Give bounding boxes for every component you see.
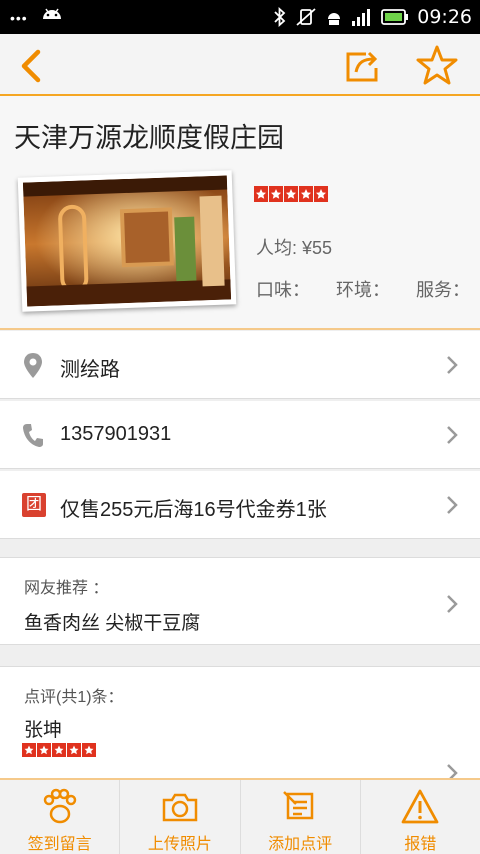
shop-photo-image	[22, 175, 232, 307]
android-icon	[43, 8, 61, 19]
action-bar	[0, 34, 480, 96]
checkin-label: 签到留言	[27, 836, 92, 853]
status-bar: ••• 09:26	[0, 0, 480, 34]
recommend-dishes: 鱼香肉丝 尖椒干豆腐	[24, 613, 201, 634]
add-review-tab[interactable]: 添加点评	[241, 780, 361, 854]
deal-text: 仅售255元后海16号代金券1张	[60, 499, 327, 521]
address-text: 测绘路	[60, 359, 120, 381]
review-stars	[22, 743, 96, 757]
report-error-tab[interactable]: 报错	[361, 780, 480, 854]
vibrate-off-icon	[296, 8, 316, 26]
paw-icon	[43, 788, 76, 824]
report-error-label: 报错	[404, 836, 437, 853]
phone-row[interactable]: 1357901931	[0, 401, 480, 469]
recommend-label: 网友推荐 ：	[24, 580, 109, 597]
bluetooth-icon	[274, 7, 286, 27]
upload-photo-label: 上传照片	[147, 836, 212, 853]
camera-icon	[162, 793, 198, 822]
clock: 09:26	[417, 6, 472, 28]
rating-taste: 口味：	[256, 280, 310, 300]
bottom-toolbar: 签到留言 上传照片 添加点评 报错	[0, 778, 480, 854]
rating-environment: 环境：	[336, 280, 390, 300]
sub-ratings: 口味： 环境： 服务：	[256, 276, 470, 302]
review-section[interactable]: 点评(共1)条： 张坤	[0, 666, 480, 786]
warning-icon	[401, 789, 439, 824]
average-price: 人均: ¥55	[256, 238, 333, 258]
battery-icon	[381, 9, 409, 25]
address-row[interactable]: 测绘路	[0, 331, 480, 399]
rating-service: 服务：	[416, 280, 470, 300]
share-icon[interactable]	[342, 46, 382, 86]
usb-debug-icon	[328, 13, 341, 25]
review-count-label: 点评(共1)条：	[24, 689, 124, 706]
rating-stars	[254, 186, 328, 202]
edit-review-icon	[283, 791, 314, 820]
shop-photo[interactable]	[17, 170, 237, 312]
checkin-tab[interactable]: 签到留言	[0, 780, 121, 854]
notification-dots-icon: •••	[10, 10, 28, 26]
signal-icon	[352, 9, 371, 26]
chevron-right-icon	[447, 595, 458, 613]
shop-header: 天津万源龙顺度假庄园 人均: ¥55 口味： 环境： 服务：	[0, 96, 480, 330]
add-review-label: 添加点评	[268, 836, 333, 853]
chevron-right-icon	[447, 496, 458, 514]
tuan-badge-icon: 团	[22, 493, 46, 517]
back-arrow-icon[interactable]	[12, 46, 52, 86]
location-pin-icon	[24, 353, 42, 378]
upload-photo-tab[interactable]: 上传照片	[120, 780, 241, 854]
group-deal-row[interactable]: 团 仅售255元后海16号代金券1张	[0, 471, 480, 539]
tuan-badge-label: 团	[25, 496, 42, 513]
favorite-star-icon[interactable]	[416, 44, 458, 86]
phone-number: 1357901931	[60, 423, 172, 445]
phone-icon	[23, 424, 43, 447]
reviewer-name: 张坤	[24, 720, 63, 741]
chevron-right-icon	[447, 356, 458, 374]
chevron-right-icon	[447, 426, 458, 444]
recommend-section[interactable]: 网友推荐 ： 鱼香肉丝 尖椒干豆腐	[0, 557, 480, 645]
shop-title: 天津万源龙顺度假庄园	[14, 123, 284, 153]
